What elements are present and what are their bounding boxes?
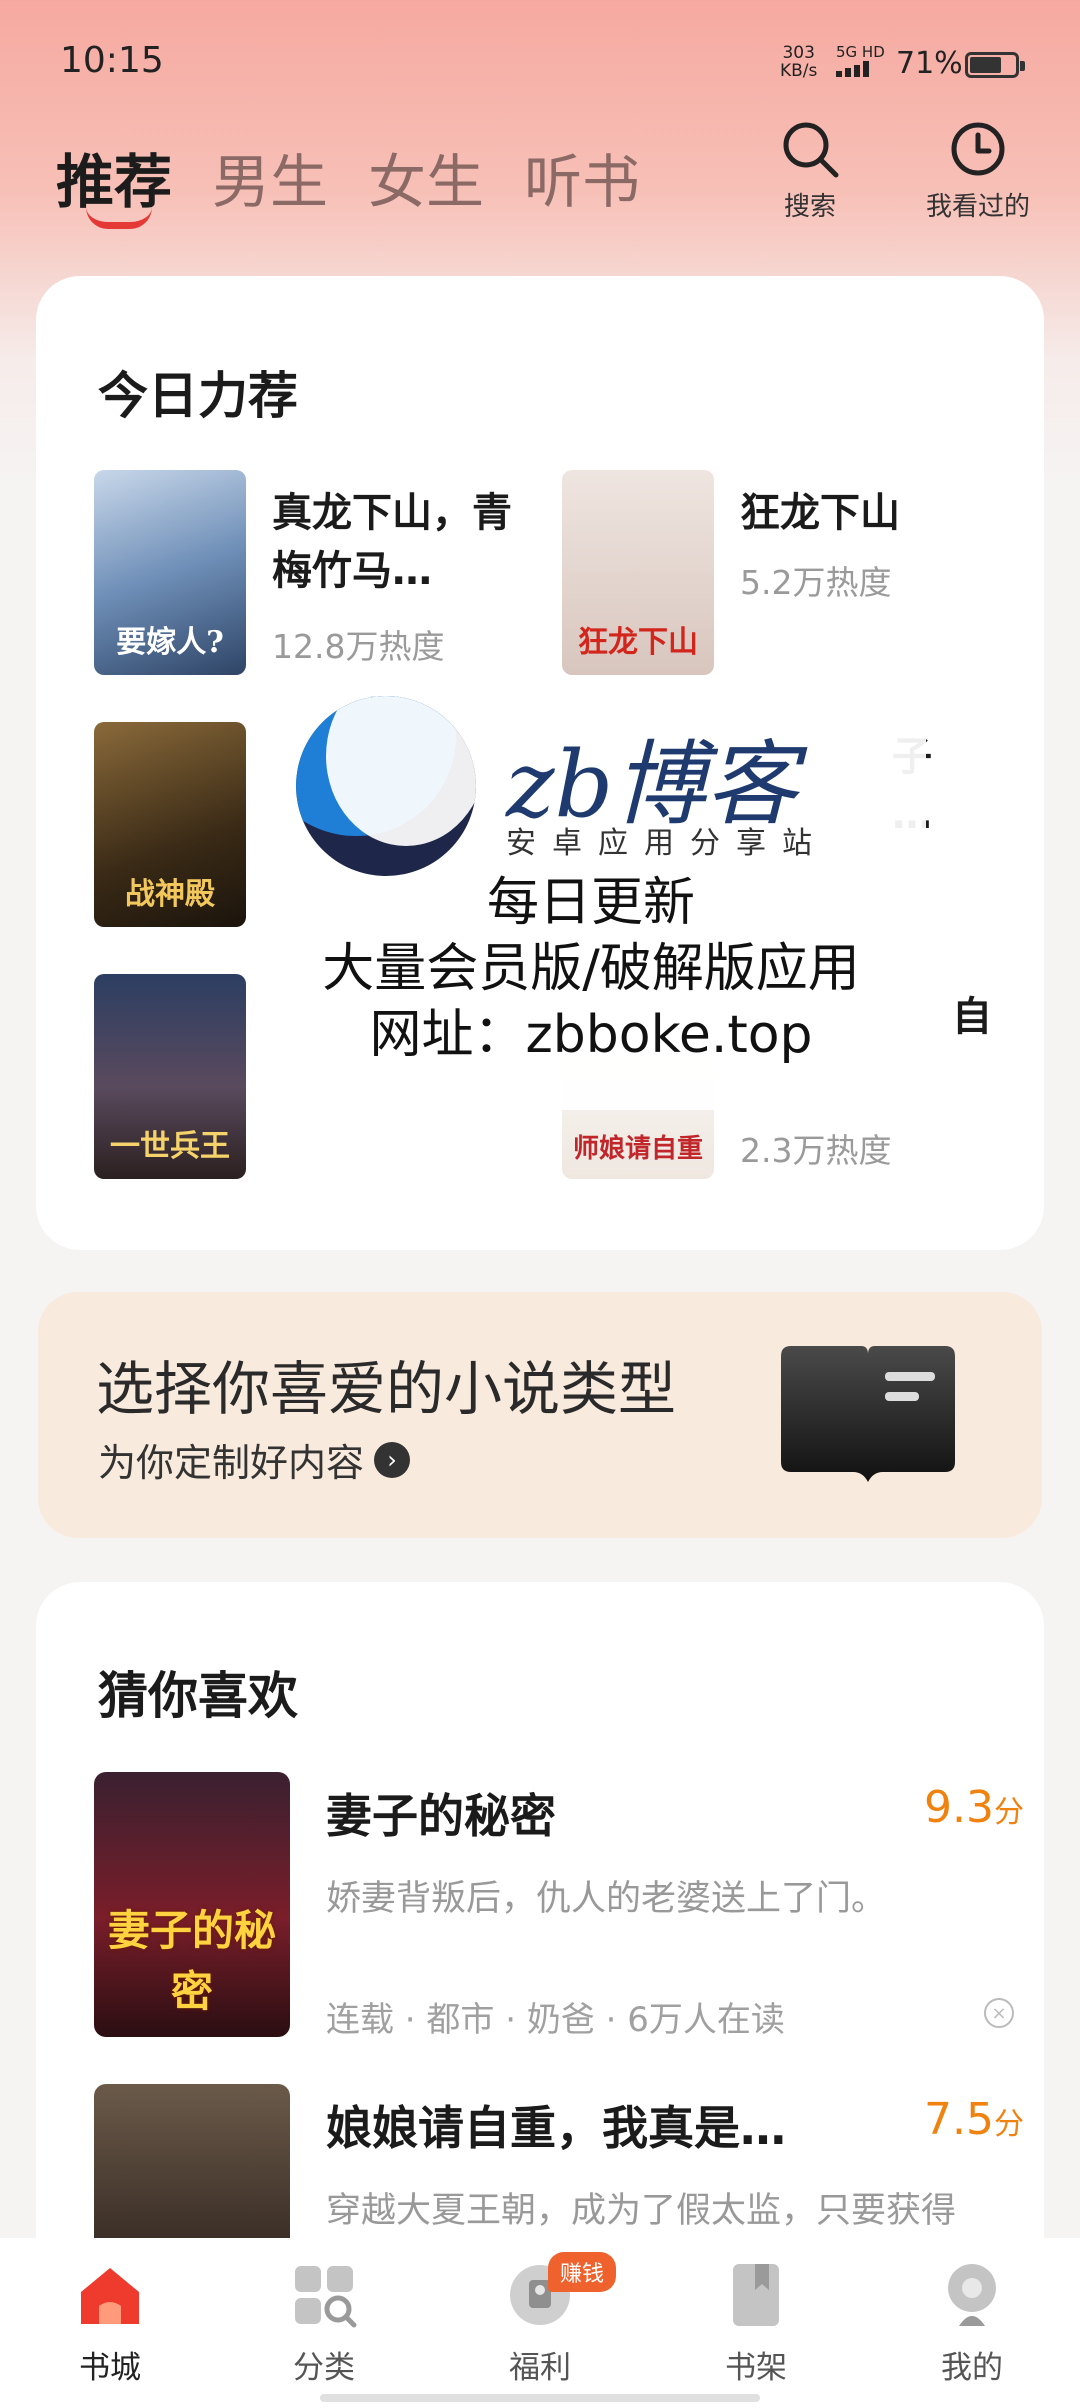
search-button[interactable]: 搜索	[740, 118, 880, 223]
nav-bookshelf[interactable]: 书架	[676, 2260, 836, 2387]
watermark-line: 网址：zbboke.top	[369, 1005, 813, 1065]
book-title: 娘娘请自重，我真是…	[326, 2101, 786, 2155]
watermark-line: 每日更新	[486, 873, 695, 933]
cover-title: 要嫁人?	[116, 625, 224, 660]
guess-title: 猜你喜欢	[98, 1667, 298, 1725]
nav-profile[interactable]: 我的	[892, 2260, 1052, 2387]
rec-book-2[interactable]: 狂龙下山 狂龙下山 5.2万热度	[562, 470, 1002, 680]
battery-percent: 71%	[896, 46, 963, 81]
rec-book-1[interactable]: 要嫁人? 真龙下山，青梅竹马… 12.8万热度	[94, 470, 534, 680]
status-bar: 10:15 303 KB/s 5G HD 71%	[0, 0, 1080, 110]
category-icon	[295, 2266, 357, 2328]
cover-title: 一世兵王	[110, 1129, 230, 1164]
nav-label: 我的	[941, 2350, 1003, 2386]
signal-bars-icon	[836, 61, 869, 77]
search-icon	[783, 122, 839, 178]
score-unit: 分	[994, 2107, 1024, 2142]
tab-female[interactable]: 女生	[368, 135, 484, 219]
book-cover: 狂龙下山	[562, 470, 714, 675]
top-tabs: 推荐 男生 女生 听书	[56, 135, 640, 229]
book-heat: 2.3万热度	[740, 1131, 892, 1170]
clock-icon	[951, 122, 1005, 176]
genre-preference-banner[interactable]: 选择你喜爱的小说类型 为你定制好内容 ›	[38, 1292, 1042, 1538]
book-description: 娇妻背叛后，仇人的老婆送上了门。	[326, 1879, 887, 1919]
banner-subtitle-row: 为你定制好内容 ›	[98, 1432, 411, 1487]
book-cover: 一世兵王	[94, 974, 246, 1179]
score-value: 7.5	[924, 2094, 994, 2145]
signal-label: 5G HD	[836, 43, 885, 61]
book-cover: 战神殿	[94, 722, 246, 927]
score-value: 9.3	[924, 1782, 994, 1833]
bottom-navigation: 书城 分类 福利 赚钱 书架 我的	[0, 2238, 1080, 2408]
nav-label: 书城	[79, 2350, 141, 2386]
tab-label: 女生	[368, 148, 485, 216]
cover-title: 狂龙下山	[578, 625, 698, 660]
tab-label: 推荐	[56, 148, 173, 216]
tab-recommend[interactable]: 推荐	[56, 135, 173, 229]
book-title-fragment: 自	[952, 994, 992, 1040]
watermark-overlay: zb博客 安卓应用分享站 每日更新 大量会员版/破解版应用 网址：zbboke.…	[256, 690, 926, 1110]
tab-audiobook[interactable]: 听书	[524, 135, 640, 219]
signal-indicator: 5G HD	[836, 44, 885, 81]
nav-bookstore[interactable]: 书城	[30, 2260, 190, 2387]
cover-title: 战神殿	[125, 877, 215, 912]
history-button[interactable]: 我看过的	[908, 118, 1048, 223]
nav-label: 分类	[293, 2350, 355, 2386]
book-title: 妻子的秘密	[326, 1789, 556, 1843]
brand-logo-icon	[296, 696, 476, 876]
bookshelf-icon	[733, 2264, 779, 2326]
dismiss-icon[interactable]: ×	[984, 1998, 1014, 2028]
book-cover: 要嫁人?	[94, 470, 246, 675]
arrow-right-icon: ›	[374, 1441, 411, 1478]
book-score: 9.3分	[924, 1782, 1024, 1833]
book-description: 穿越大夏王朝，成为了假太监，只要获得	[326, 2191, 957, 2231]
home-icon	[81, 2268, 139, 2324]
battery-icon	[965, 52, 1025, 78]
book-meta: 连载 · 都市 · 奶爸 · 6万人在读	[326, 2000, 785, 2040]
profile-icon	[948, 2264, 996, 2326]
book-cover: 妻子的秘密	[94, 1772, 290, 2037]
network-speed-unit: KB/s	[780, 61, 818, 81]
status-time: 10:15	[60, 40, 164, 81]
home-indicator	[320, 2394, 760, 2402]
today-title: 今日力荐	[98, 367, 298, 425]
score-unit: 分	[994, 1795, 1024, 1830]
nav-category[interactable]: 分类	[244, 2260, 404, 2387]
cover-title: 师娘请自重	[572, 1134, 703, 1164]
book-score: 7.5分	[924, 2094, 1024, 2145]
cover-title: 妻子的秘密	[107, 1906, 276, 2016]
search-label: 搜索	[783, 192, 836, 222]
tab-label: 男生	[212, 148, 329, 216]
network-speed: 303 KB/s	[780, 44, 817, 80]
book-title: 狂龙下山	[740, 490, 900, 536]
nav-label: 福利	[509, 2350, 571, 2386]
open-book-icon	[781, 1346, 955, 1482]
book-heat: 12.8万热度	[272, 627, 445, 666]
banner-title: 选择你喜爱的小说类型	[96, 1355, 677, 1423]
watermark-line: 大量会员版/破解版应用	[322, 939, 860, 999]
like-book-1[interactable]: 妻子的秘密 妻子的秘密 9.3分 娇妻背叛后，仇人的老婆送上了门。 连载 · 都…	[94, 1772, 1024, 2040]
network-speed-value: 303	[782, 43, 815, 63]
book-heat: 5.2万热度	[740, 563, 892, 602]
history-label: 我看过的	[925, 192, 1030, 222]
battery-fill	[970, 57, 1001, 73]
tab-male[interactable]: 男生	[212, 135, 328, 219]
nav-label: 书架	[725, 2350, 787, 2386]
earn-badge: 赚钱	[548, 2252, 617, 2292]
banner-subtitle: 为你定制好内容	[98, 1441, 365, 1485]
watermark-subtitle: 安卓应用分享站	[506, 826, 828, 861]
tab-label: 听书	[524, 148, 641, 216]
book-title: 真龙下山，青梅竹马…	[272, 490, 512, 594]
